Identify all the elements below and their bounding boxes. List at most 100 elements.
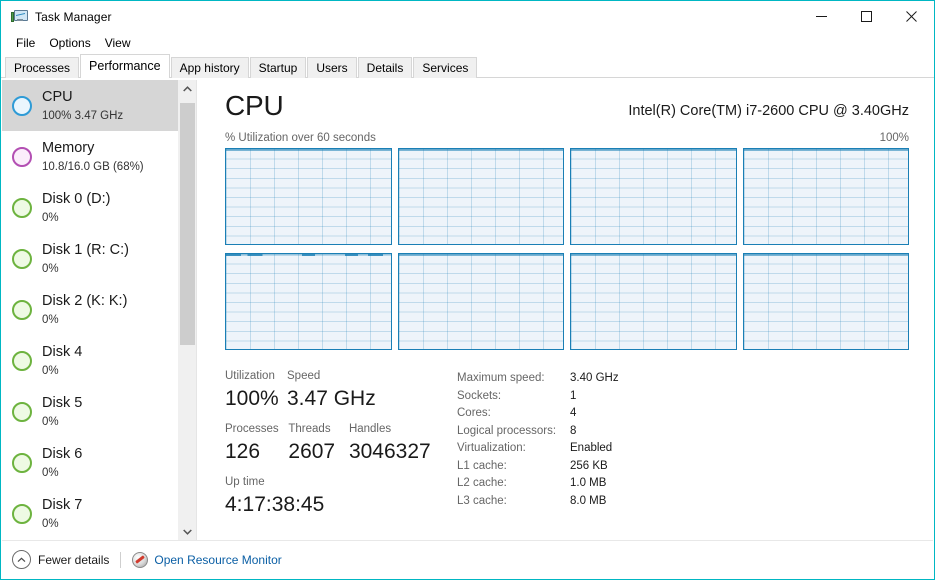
maximize-button[interactable] xyxy=(844,1,889,32)
close-button[interactable] xyxy=(889,1,934,32)
disk-circle-icon xyxy=(12,299,32,320)
title-bar: Task Manager xyxy=(1,1,934,32)
tab-users[interactable]: Users xyxy=(307,57,357,78)
tab-startup[interactable]: Startup xyxy=(249,57,307,78)
stat-uptime: Up time 4:17:38:45 xyxy=(225,474,425,519)
stat-processes: Processes 126 xyxy=(225,421,288,466)
cpu-graph-4[interactable] xyxy=(225,253,392,350)
stat-label: Handles xyxy=(348,423,392,435)
sidebar-item-disk-6[interactable]: Disk 6 0% xyxy=(2,437,179,488)
spec-row: L3 cache: 8.0 MB xyxy=(457,493,909,511)
sidebar-item-disk-0[interactable]: Disk 0 (D:) 0% xyxy=(2,182,179,233)
cpu-graph-3[interactable] xyxy=(742,148,909,245)
tab-performance[interactable]: Performance xyxy=(80,54,170,78)
cpu-detail-panel: CPU Intel(R) Core(TM) i7-2600 CPU @ 3.40… xyxy=(197,80,933,540)
spec-value: 3.40 GHz xyxy=(570,372,619,384)
fewer-details-button[interactable]: Fewer details xyxy=(12,550,109,569)
sidebar-item-detail: 0% xyxy=(42,313,59,326)
task-manager-icon xyxy=(11,9,28,25)
cpu-stats-primary: Utilization 100% Speed 3.47 GHz Processe… xyxy=(225,368,453,519)
stat-value: 3046327 xyxy=(348,440,431,463)
spec-row: L1 cache: 256 KB xyxy=(457,458,909,476)
status-bar: Fewer details Open Resource Monitor xyxy=(2,540,933,578)
cpu-graph-2[interactable] xyxy=(570,148,737,245)
logical-processor-graphs xyxy=(225,148,909,350)
spec-key: L2 cache: xyxy=(457,477,507,489)
resource-monitor-icon xyxy=(132,551,149,568)
cpu-graph-0[interactable] xyxy=(225,148,392,245)
panel-header: CPU Intel(R) Core(TM) i7-2600 CPU @ 3.40… xyxy=(225,80,909,122)
sidebar-item-memory[interactable]: Memory 10.8/16.0 GB (68%) xyxy=(2,131,179,182)
sidebar-item-disk-1[interactable]: Disk 1 (R: C:) 0% xyxy=(2,233,179,284)
sidebar-item-detail: 0% xyxy=(42,364,59,377)
sidebar-item-detail: 0% xyxy=(42,466,59,479)
sidebar-item-label: CPU xyxy=(42,88,73,105)
stat-value: 2607 xyxy=(288,440,336,463)
spec-key: Logical processors: xyxy=(457,424,557,437)
stat-value: 126 xyxy=(225,440,261,463)
close-icon xyxy=(906,11,917,22)
stat-label: Threads xyxy=(288,423,331,435)
page-title: CPU xyxy=(225,90,284,121)
cpu-trace xyxy=(743,149,908,151)
scroll-down-button[interactable] xyxy=(179,523,196,540)
spec-key: Sockets: xyxy=(457,389,502,402)
menu-item-options[interactable]: Options xyxy=(42,34,97,52)
spec-row: L2 cache: 1.0 MB xyxy=(457,475,909,493)
tab-processes[interactable]: Processes xyxy=(5,57,80,78)
cpu-trace xyxy=(743,254,908,256)
cpu-trace xyxy=(398,254,563,256)
cpu-specs-list: Maximum speed: 3.40 GHz Sockets: 1 Cores… xyxy=(453,368,909,519)
maximize-icon xyxy=(861,11,872,22)
tab-services[interactable]: Services xyxy=(413,57,478,78)
sidebar-item-disk-4[interactable]: Disk 4 0% xyxy=(2,335,179,386)
stat-value: 100% xyxy=(225,387,279,410)
sidebar-item-detail: 0% xyxy=(42,517,59,530)
scroll-up-button[interactable] xyxy=(179,80,196,97)
cpu-graph-5[interactable] xyxy=(397,253,564,350)
content-area: CPU 100% 3.47 GHz Memory 10.8/16.0 GB (6… xyxy=(2,80,933,540)
cpu-trace xyxy=(226,254,391,256)
tab-app-history[interactable]: App history xyxy=(170,57,249,78)
tab-details[interactable]: Details xyxy=(357,57,413,78)
sidebar-item-detail: 0% xyxy=(42,262,59,275)
cpu-graph-6[interactable] xyxy=(570,253,737,350)
window-title: Task Manager xyxy=(35,9,112,24)
sidebar-item-label: Disk 4 xyxy=(42,343,83,360)
stat-speed: Speed 3.47 GHz xyxy=(287,368,427,413)
spec-key: Virtualization: xyxy=(457,442,526,454)
stats-row-3: Up time 4:17:38:45 xyxy=(225,474,453,519)
menu-bar: File Options View xyxy=(1,32,934,54)
spec-key: L3 cache: xyxy=(457,494,507,507)
cpu-trace xyxy=(398,149,563,151)
menu-item-file[interactable]: File xyxy=(9,34,42,52)
cpu-trace xyxy=(571,254,736,256)
sidebar-item-label: Disk 5 xyxy=(42,394,83,411)
menu-item-view[interactable]: View xyxy=(98,34,138,52)
cpu-trace xyxy=(571,149,736,151)
sidebar-item-label: Memory xyxy=(42,139,95,156)
spec-value: 8.0 MB xyxy=(570,494,607,507)
cpu-model-label: Intel(R) Core(TM) i7-2600 CPU @ 3.40GHz xyxy=(628,103,909,119)
minimize-button[interactable] xyxy=(799,1,844,32)
stat-label: Processes xyxy=(225,423,279,435)
cpu-graph-7[interactable] xyxy=(742,253,909,350)
stat-utilization: Utilization 100% xyxy=(225,368,287,413)
disk-circle-icon xyxy=(12,197,32,218)
sidebar-item-disk-7[interactable]: Disk 7 0% xyxy=(2,488,179,539)
sidebar-item-cpu[interactable]: CPU 100% 3.47 GHz xyxy=(2,80,179,131)
sidebar-item-disk-2[interactable]: Disk 2 (K: K:) 0% xyxy=(2,284,179,335)
stat-value: 4:17:38:45 xyxy=(225,493,325,516)
open-resource-monitor-link[interactable]: Open Resource Monitor xyxy=(132,551,282,568)
stat-label: Speed xyxy=(287,370,321,382)
sidebar-item-detail: 0% xyxy=(42,211,59,224)
disk-circle-icon xyxy=(12,350,32,371)
scrollbar-thumb[interactable] xyxy=(180,103,195,345)
sidebar-scrollbar[interactable] xyxy=(178,80,196,540)
stat-handles: Handles 3046327 xyxy=(349,421,453,466)
sidebar-item-disk-5[interactable]: Disk 5 0% xyxy=(2,386,179,437)
spec-key: Cores: xyxy=(457,407,491,419)
cpu-graph-1[interactable] xyxy=(397,148,564,245)
fewer-details-label: Fewer details xyxy=(38,552,110,567)
chevron-up-icon xyxy=(183,85,192,92)
